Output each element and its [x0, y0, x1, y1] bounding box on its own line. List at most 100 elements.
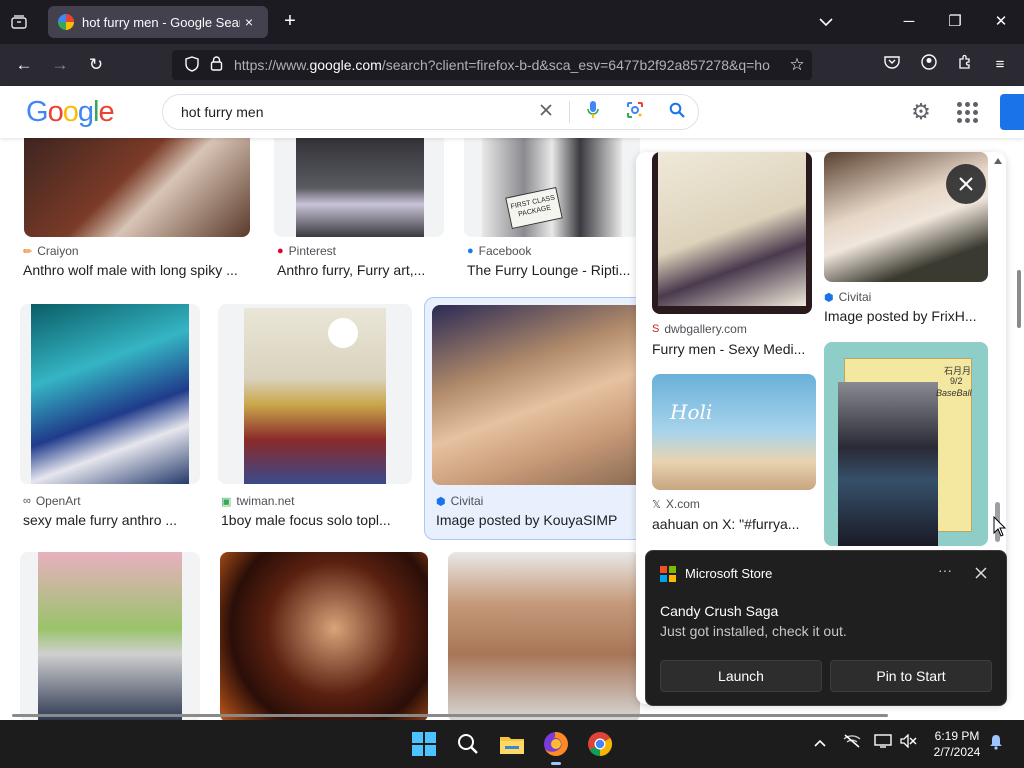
result-card[interactable] — [220, 552, 428, 720]
result-thumbnail[interactable] — [448, 552, 640, 720]
related-thumbnail[interactable]: 石月月 9/2 BaseBall — [824, 342, 988, 546]
twiman-icon: ▣ — [221, 495, 232, 508]
related-source[interactable]: 𝕏 X.com — [652, 497, 700, 511]
holiday-text: Holi — [670, 400, 713, 424]
horizontal-scrollbar-thumb[interactable] — [12, 714, 888, 717]
result-title[interactable]: Image posted by KouyaSIMP — [436, 512, 636, 528]
result-source[interactable]: ● Facebook — [467, 244, 531, 258]
firefox-icon[interactable] — [540, 728, 572, 765]
google-apps-grid-icon[interactable] — [955, 100, 979, 124]
result-source[interactable]: ∞ OpenArt — [23, 494, 81, 508]
lock-icon[interactable] — [204, 56, 228, 74]
tab-title: hot furry men - Google Search — [82, 14, 240, 30]
pocket-icon[interactable] — [880, 54, 904, 76]
result-title[interactable]: Anthro wolf male with long spiky ... — [23, 262, 251, 278]
scroll-up-arrow-icon[interactable] — [994, 158, 1002, 164]
result-title[interactable]: The Furry Lounge - Ripti... — [467, 262, 640, 278]
voice-search-mic-icon[interactable] — [572, 100, 614, 125]
system-clock[interactable]: 6:19 PM 2/7/2024 — [930, 728, 984, 760]
result-card[interactable]: FIRST CLASS PACKAGE ● Facebook The Furry … — [464, 138, 640, 278]
url-text[interactable]: https://www.google.com/search?client=fir… — [234, 57, 782, 73]
display-icon[interactable] — [873, 734, 893, 751]
reload-icon[interactable]: ↻ — [83, 53, 109, 77]
close-preview-button[interactable] — [946, 164, 986, 204]
result-title[interactable]: 1boy male focus solo topl... — [221, 512, 403, 528]
network-disconnected-icon[interactable] — [842, 734, 862, 751]
file-explorer-icon[interactable] — [496, 728, 528, 760]
bookmark-star-icon[interactable]: ☆ — [782, 55, 812, 75]
menu-icon[interactable]: ≡ — [988, 54, 1012, 76]
volume-muted-icon[interactable] — [898, 733, 918, 751]
result-card[interactable]: ● Pinterest Anthro furry, Furry art,... — [274, 138, 444, 278]
result-source[interactable]: ● Pinterest — [277, 244, 336, 258]
result-card[interactable] — [448, 552, 640, 720]
search-submit-icon[interactable] — [656, 102, 698, 123]
back-icon[interactable]: ← — [11, 53, 37, 77]
result-card[interactable]: ▣ twiman.net 1boy male focus solo topl... — [218, 304, 412, 534]
related-source[interactable]: ⬢ Civitai — [824, 290, 871, 304]
result-title[interactable]: Anthro furry, Furry art,... — [277, 262, 443, 278]
result-thumbnail[interactable] — [220, 552, 428, 720]
result-card[interactable]: ✏ Craiyon Anthro wolf male with long spik… — [20, 138, 254, 278]
craiyon-icon: ✏ — [23, 245, 33, 258]
result-thumbnail[interactable] — [218, 304, 412, 484]
search-input[interactable]: hot furry men — [181, 104, 525, 120]
result-thumbnail[interactable] — [432, 305, 640, 485]
related-thumbnail[interactable] — [652, 152, 812, 314]
result-source[interactable]: ▣ twiman.net — [221, 494, 294, 508]
close-window-icon[interactable]: ✕ — [978, 8, 1024, 36]
launch-button[interactable]: Launch — [660, 660, 822, 692]
minimize-icon[interactable]: ─ — [886, 8, 932, 36]
active-tab[interactable]: hot furry men - Google Search × — [48, 6, 268, 38]
forward-icon[interactable]: → — [47, 53, 73, 77]
related-title[interactable]: aahuan on X: "#furrya... — [652, 516, 812, 532]
tracking-protection-shield-icon[interactable] — [180, 55, 204, 75]
result-title[interactable]: sexy male furry anthro ... — [23, 512, 199, 528]
image-results-grid: ✏ Craiyon Anthro wolf male with long spik… — [0, 138, 640, 720]
clock-date: 2/7/2024 — [933, 745, 981, 759]
search-box[interactable]: hot furry men — [162, 94, 699, 130]
result-thumbnail[interactable] — [20, 552, 200, 720]
close-tab-icon[interactable]: × — [240, 14, 258, 30]
google-logo[interactable]: Google — [26, 96, 115, 129]
extensions-icon[interactable] — [953, 54, 977, 76]
account-icon[interactable] — [917, 54, 941, 76]
close-notification-icon[interactable] — [969, 561, 993, 585]
result-card[interactable]: ∞ OpenArt sexy male furry anthro ... — [20, 304, 200, 534]
related-image-card[interactable]: 石月月 9/2 BaseBall — [824, 342, 988, 546]
result-thumbnail[interactable] — [20, 304, 200, 484]
related-image-card[interactable]: Sdwbgallery.com Furry men - Sexy Medi... — [652, 152, 812, 362]
pin-to-start-button[interactable]: Pin to Start — [830, 660, 992, 692]
result-thumbnail[interactable] — [24, 138, 250, 237]
new-tab-button[interactable]: + — [278, 10, 302, 34]
related-thumbnail[interactable]: Holi — [652, 374, 816, 490]
search-icon[interactable] — [452, 728, 484, 760]
show-hidden-icons-chevron-icon[interactable] — [810, 734, 830, 750]
url-bar[interactable]: https://www.google.com/search?client=fir… — [172, 50, 812, 80]
page-scrollbar-thumb[interactable] — [1017, 270, 1021, 328]
lens-camera-icon[interactable] — [614, 101, 656, 124]
tab-list-icon[interactable] — [6, 10, 32, 34]
mouse-pointer-icon — [993, 515, 1007, 543]
notification-bell-icon[interactable] — [986, 734, 1006, 754]
related-title[interactable]: Image posted by FrixH... — [824, 308, 984, 324]
result-card[interactable] — [20, 552, 200, 720]
result-thumbnail[interactable] — [274, 138, 444, 237]
result-source[interactable]: ⬢ Civitai — [436, 494, 483, 508]
microsoft-store-notification: Microsoft Store ··· Candy Crush Saga Jus… — [645, 550, 1007, 706]
maximize-icon[interactable]: ❐ — [932, 8, 978, 36]
chrome-icon[interactable] — [584, 728, 616, 760]
more-options-icon[interactable]: ··· — [932, 562, 958, 584]
result-source[interactable]: ✏ Craiyon — [23, 244, 79, 258]
related-image-card[interactable]: Holi 𝕏 X.com aahuan on X: "#furrya... — [652, 374, 816, 544]
result-thumbnail[interactable]: FIRST CLASS PACKAGE — [464, 138, 640, 237]
related-title[interactable]: Furry men - Sexy Medi... — [652, 341, 812, 357]
sign-in-button[interactable] — [1000, 94, 1024, 130]
settings-gear-icon[interactable]: ⚙ — [908, 99, 934, 125]
start-button[interactable] — [408, 728, 440, 760]
clear-search-icon[interactable] — [525, 103, 567, 122]
result-card-selected[interactable]: ⬢ Civitai Image posted by KouyaSIMP — [424, 297, 640, 540]
notification-title: Candy Crush Saga — [660, 603, 779, 619]
list-all-tabs-icon[interactable] — [803, 8, 849, 36]
related-source[interactable]: Sdwbgallery.com — [652, 322, 747, 336]
